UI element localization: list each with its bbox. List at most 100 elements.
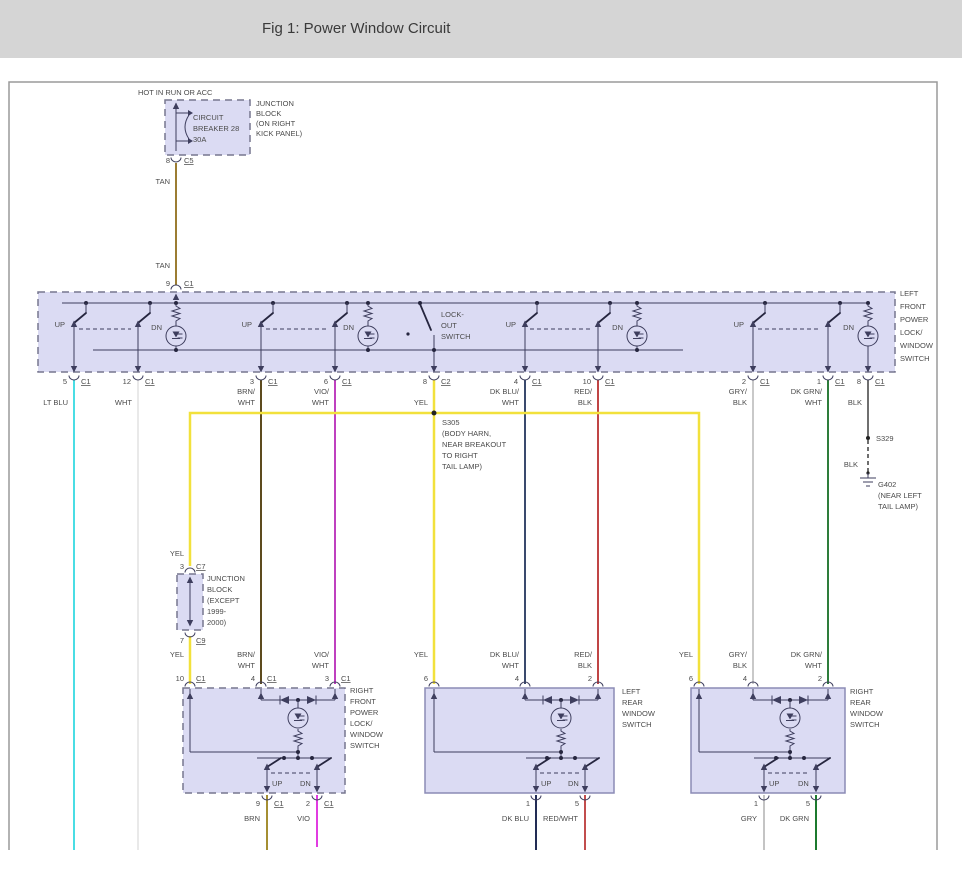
connector-label: C1 [196, 674, 206, 683]
block-label: LEFT [900, 289, 919, 298]
wire-color-label: YEL [679, 650, 693, 659]
wire-color-label: TAN [156, 261, 170, 270]
junction-block-label: KICK PANEL) [256, 129, 303, 138]
wire-color-label: WHT [312, 661, 329, 670]
diagram-page: Fig 1: Power Window Circuit [0, 0, 962, 872]
wire-color-label: WHT [115, 398, 132, 407]
block-label: 2000) [207, 618, 227, 627]
wire-color-label: DK BLU/ [490, 650, 520, 659]
wire-color-label: YEL [170, 549, 184, 558]
up-label: UP [242, 320, 252, 329]
connector-label: C1 [760, 377, 770, 386]
pin-number: 4 [514, 377, 518, 386]
wiring-diagram: HOT IN RUN OR ACC CIRCUIT BREAKER 28 30A… [0, 0, 962, 872]
wire-color-label: WHT [502, 661, 519, 670]
block-label: 1999- [207, 607, 227, 616]
block-label: FRONT [900, 302, 926, 311]
connector-label: C1 [835, 377, 845, 386]
pin-number: 6 [424, 674, 428, 683]
connector-label: C9 [196, 636, 206, 645]
pin-number: 3 [250, 377, 254, 386]
wire-color-label: WHT [502, 398, 519, 407]
lockout-label: OUT [441, 321, 457, 330]
breaker-label: 30A [193, 135, 206, 144]
ground-icon [860, 473, 876, 486]
hot-feed-label: HOT IN RUN OR ACC [138, 88, 213, 97]
pin-number: 5 [575, 799, 579, 808]
connector-label: C2 [441, 377, 451, 386]
wire-color-label: DK GRN/ [791, 650, 823, 659]
block-label: LEFT [622, 687, 641, 696]
mid-pin-row: YEL 10 C1 BRN/ WHT 4 C1 VIO/ WHT 3 C1 YE… [170, 650, 833, 687]
wire-color-label: RED/WHT [543, 814, 578, 823]
wire-color-label: WHT [238, 661, 255, 670]
pin-number: 9 [166, 279, 170, 288]
connector-label: C1 [324, 799, 334, 808]
connector-label: C1 [342, 377, 352, 386]
pin-number: 4 [515, 674, 519, 683]
connector-label: C1 [875, 377, 885, 386]
junction-block-label: (ON RIGHT [256, 119, 296, 128]
wire-color-label: YEL [414, 650, 428, 659]
right-rear-switch-box [691, 688, 845, 793]
wire-color-label: TAN [156, 177, 170, 186]
block-label: RIGHT [850, 687, 874, 696]
connector-label: C7 [196, 562, 206, 571]
wire-color-label: BLK [578, 398, 592, 407]
right-front-switch-box [183, 688, 345, 793]
wire-color-label: GRY/ [729, 650, 748, 659]
pin-number: 1 [817, 377, 821, 386]
dn-label: DN [300, 779, 311, 788]
wire-color-label: BLK [578, 661, 592, 670]
up-label: UP [506, 320, 516, 329]
splice-label: S305 [442, 418, 460, 427]
left-rear-switch-block: LEFT REAR WINDOW SWITCH UP DN 1 [425, 687, 656, 823]
block-label: REAR [850, 698, 871, 707]
connector-label: C1 [145, 377, 155, 386]
wire-color-label: WHT [312, 398, 329, 407]
wire-color-label: BRN [244, 814, 260, 823]
wire-color-label: BLK [848, 398, 862, 407]
connector-label: C1 [81, 377, 91, 386]
block-label: POWER [350, 708, 379, 717]
wire-color-label: VIO [297, 814, 310, 823]
block-label: WINDOW [850, 709, 884, 718]
splice-label: TAIL LAMP) [442, 462, 483, 471]
left-front-switch-block: LEFT FRONT POWER LOCK/ WINDOW SWITCH UP … [38, 289, 934, 372]
pin-number: 2 [306, 799, 310, 808]
left-rear-switch-box [425, 688, 614, 793]
up-label: UP [541, 779, 551, 788]
pin-number: 10 [583, 377, 591, 386]
block-label: FRONT [350, 697, 376, 706]
dn-label: DN [843, 323, 854, 332]
dn-label: DN [151, 323, 162, 332]
junction-block-label: BLOCK [256, 109, 281, 118]
pin-number: 8 [423, 377, 427, 386]
connector-label: C1 [532, 377, 542, 386]
block-label: WINDOW [622, 709, 656, 718]
wire-color-label: YEL [414, 398, 428, 407]
pin-number: 1 [754, 799, 758, 808]
wire-color-label: DK GRN/ [791, 387, 823, 396]
connector-label: C1 [184, 279, 194, 288]
connector-label: C1 [341, 674, 351, 683]
pin-number: 6 [689, 674, 693, 683]
pin-number: 6 [324, 377, 328, 386]
wire-color-label: GRY [741, 814, 757, 823]
wire-color-label: GRY/ [729, 387, 748, 396]
up-label: UP [734, 320, 744, 329]
up-label: UP [769, 779, 779, 788]
ground-label: G402 [878, 480, 896, 489]
breaker-label: CIRCUIT [193, 113, 224, 122]
connector-label: C1 [274, 799, 284, 808]
wire-color-label: RED/ [574, 650, 593, 659]
block-label: WINDOW [900, 341, 934, 350]
splice-s329-ground: S329 BLK G402 (NEAR LEFT TAIL LAMP) [844, 434, 922, 511]
wire-color-label: VIO/ [314, 387, 330, 396]
junction-block-label: JUNCTION [256, 99, 294, 108]
pin-number: 8 [857, 377, 861, 386]
wire-color-label: BRN/ [237, 387, 256, 396]
wire-color-label: DK GRN [780, 814, 809, 823]
block-label: SWITCH [622, 720, 652, 729]
wire-color-label: LT BLU [43, 398, 68, 407]
